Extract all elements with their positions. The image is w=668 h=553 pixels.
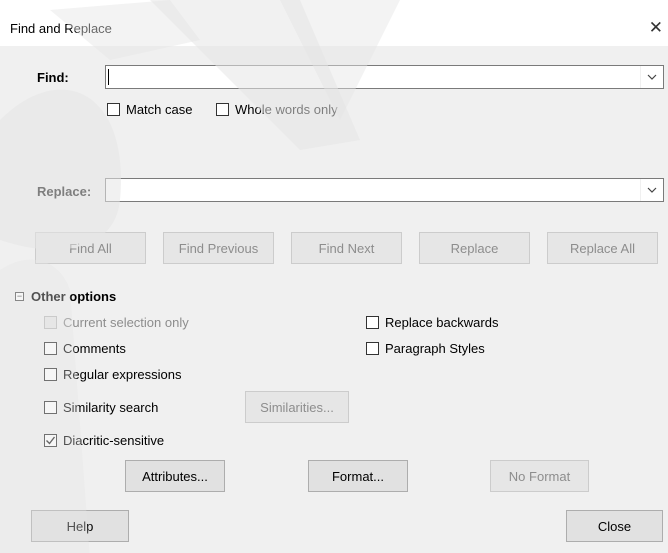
checkbox-box — [107, 103, 120, 116]
chevron-down-icon — [647, 74, 657, 80]
regular-expressions-label: Regular expressions — [63, 367, 182, 382]
comments-checkbox[interactable]: Comments — [44, 341, 126, 356]
similarities-button[interactable]: Similarities... — [245, 391, 349, 423]
similarity-search-checkbox[interactable]: Similarity search — [44, 400, 158, 415]
replace-dropdown-button[interactable] — [640, 179, 663, 201]
paragraph-styles-label: Paragraph Styles — [385, 341, 485, 356]
checkbox-box — [366, 342, 379, 355]
checkbox-box — [366, 316, 379, 329]
replace-backwards-checkbox[interactable]: Replace backwards — [366, 315, 498, 330]
find-label: Find: — [37, 70, 69, 85]
paragraph-styles-checkbox[interactable]: Paragraph Styles — [366, 341, 485, 356]
no-format-button[interactable]: No Format — [490, 460, 589, 492]
find-input[interactable] — [105, 65, 664, 89]
checkbox-box — [44, 401, 57, 414]
checkbox-box — [44, 368, 57, 381]
find-previous-button[interactable]: Find Previous — [163, 232, 274, 264]
close-window-button[interactable]: ✕ — [649, 18, 663, 38]
checkbox-box — [216, 103, 229, 116]
find-all-button[interactable]: Find All — [35, 232, 146, 264]
current-selection-only-checkbox[interactable]: Current selection only — [44, 315, 189, 330]
other-options-header: Other options — [31, 289, 117, 304]
diacritic-sensitive-label: Diacritic-sensitive — [63, 433, 165, 448]
close-button[interactable]: Close — [566, 510, 663, 542]
match-case-label: Match case — [126, 102, 193, 117]
format-button[interactable]: Format... — [308, 460, 408, 492]
comments-label: Comments — [63, 341, 126, 356]
find-dropdown-button[interactable] — [640, 66, 663, 88]
help-button[interactable]: Help — [31, 510, 129, 542]
collapse-icon: − — [15, 291, 24, 301]
find-next-button[interactable]: Find Next — [291, 232, 402, 264]
replace-label: Replace: — [37, 184, 92, 199]
replace-input[interactable] — [105, 178, 664, 202]
other-options-expander[interactable]: − Other options — [15, 289, 116, 304]
chevron-down-icon — [647, 187, 657, 193]
regular-expressions-checkbox[interactable]: Regular expressions — [44, 367, 182, 382]
checkmark-icon — [46, 436, 56, 445]
replace-backwards-label: Replace backwards — [385, 315, 499, 330]
text-caret — [108, 69, 109, 85]
attributes-button[interactable]: Attributes... — [125, 460, 225, 492]
match-case-checkbox[interactable]: Match case — [107, 102, 192, 117]
replace-button[interactable]: Replace — [419, 232, 530, 264]
whole-words-label: Whole words only — [235, 102, 338, 117]
dialog-body: Find: Match case Whole words only Replac… — [0, 46, 668, 553]
current-selection-only-label: Current selection only — [63, 315, 189, 330]
checkbox-box — [44, 434, 57, 447]
window-title: Find and Replace — [10, 21, 112, 36]
replace-all-button[interactable]: Replace All — [547, 232, 658, 264]
similarity-search-label: Similarity search — [63, 400, 159, 415]
diacritic-sensitive-checkbox[interactable]: Diacritic-sensitive — [44, 433, 164, 448]
checkbox-box — [44, 342, 57, 355]
checkbox-box — [44, 316, 57, 329]
title-bar: Find and Replace ✕ — [0, 0, 668, 46]
whole-words-checkbox[interactable]: Whole words only — [216, 102, 338, 117]
